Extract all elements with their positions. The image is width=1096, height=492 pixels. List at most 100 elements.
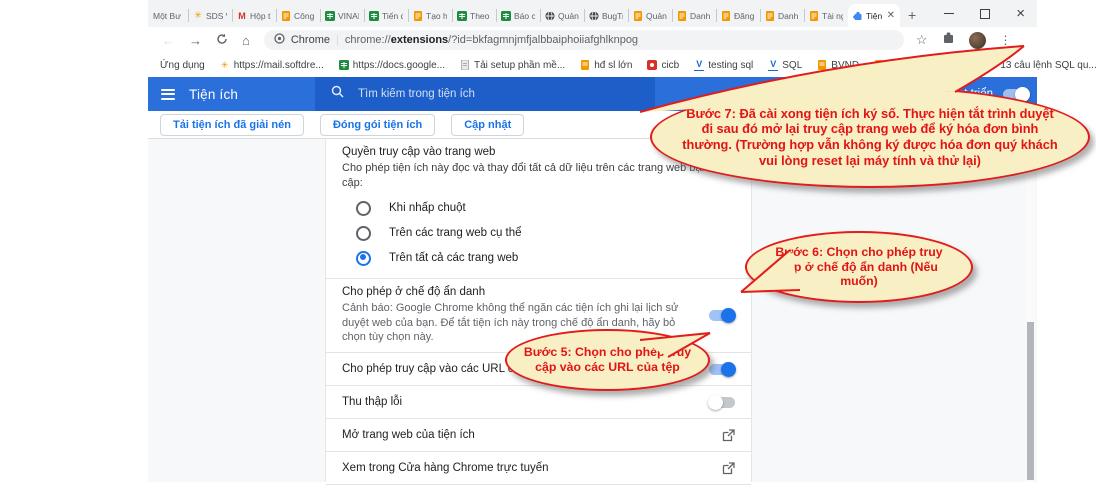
bookmark-item[interactable]: Hệ thống tổng hợp <box>874 60 971 71</box>
bookmark-item[interactable]: BVND <box>817 60 859 71</box>
open-website-row[interactable]: Mở trang web của tiện ích <box>326 419 751 452</box>
home-icon[interactable]: ⌂ <box>242 33 250 48</box>
close-window-button[interactable]: × <box>1016 6 1025 21</box>
browser-tab[interactable]: Tiến độ <box>364 4 408 27</box>
scrollbar[interactable]: ▲ <box>1026 139 1035 482</box>
red-badge-icon <box>647 60 657 70</box>
browser-tab[interactable]: VINAFR <box>320 4 364 27</box>
browser-tab[interactable]: Tài ngu <box>804 4 848 27</box>
close-tab-icon[interactable]: ✕ <box>887 10 895 21</box>
browser-tab[interactable]: Một Bư <box>148 4 188 27</box>
callout-step-7-text: Bước 7: Đã cài xong tiện ích ký số. Thực… <box>679 106 1061 168</box>
navbar-actions: ☆ ⋮ <box>916 31 1012 49</box>
browser-tab[interactable]: Danh s <box>672 4 716 27</box>
orange-doc-icon <box>765 11 775 21</box>
minimize-button[interactable] <box>944 13 954 14</box>
orange-doc-icon <box>580 60 590 70</box>
browser-tab[interactable]: M Hộp th <box>232 4 276 27</box>
source-row: Nguồn Chrome Web Store <box>326 485 751 492</box>
orange-doc-icon <box>677 11 687 21</box>
callout-step-7: Bước 7: Đã cài xong tiện ích ký số. Thực… <box>650 86 1090 188</box>
extensions-page-body: Quyền truy cập vào trang web Cho phép ti… <box>148 139 1037 482</box>
bookmark-item[interactable]: @13 câu lệnh SQL qu... <box>986 60 1096 71</box>
bookmark-item[interactable]: Tải setup phần mề... <box>460 60 565 71</box>
maximize-button[interactable] <box>980 9 990 19</box>
radio-unselected-icon[interactable] <box>356 226 371 241</box>
browser-tab-active[interactable]: Tiện ✕ <box>848 4 900 27</box>
site-access-desc: Cho phép tiện ích này đọc và thay đổi tấ… <box>342 161 735 191</box>
reload-icon[interactable] <box>216 33 228 48</box>
file-urls-toggle[interactable] <box>709 364 735 375</box>
bookmark-star-icon[interactable]: ☆ <box>916 32 928 48</box>
browser-tab[interactable]: BugTra <box>584 4 628 27</box>
callout-step-5: Bước 5: Chọn cho phép truy cập vào các U… <box>505 329 710 391</box>
bookmark-item[interactable]: Vtesting sql <box>694 60 753 71</box>
asterisk-orange-icon: ✳ <box>193 11 203 21</box>
external-link-icon[interactable] <box>722 429 735 442</box>
orange-doc-icon <box>809 11 819 21</box>
radio-option[interactable]: Trên các trang web cụ thể <box>356 226 735 241</box>
avatar[interactable] <box>969 32 986 49</box>
incognito-toggle[interactable] <box>709 310 735 321</box>
browser-tab[interactable]: Theo d <box>452 4 496 27</box>
view-store-row[interactable]: Xem trong Cửa hàng Chrome trực tuyến <box>326 452 751 485</box>
blue-v-icon: V <box>768 60 778 71</box>
bookmark-item[interactable]: Ứng dụng <box>160 60 205 71</box>
back-icon[interactable]: ← <box>162 33 175 48</box>
search-input[interactable] <box>356 87 600 101</box>
url-text: chrome://extensions/?id=bkfagmnjmfjalbba… <box>345 34 638 46</box>
browser-tab[interactable]: Quản l <box>540 4 584 27</box>
scrollbar-thumb[interactable] <box>1027 322 1034 480</box>
navigation-bar: ← → ⌂ Chrome | chrome://extensions/?id=b… <box>148 27 1037 53</box>
load-unpacked-button[interactable]: Tải tiện ích đã giải nén <box>160 114 304 136</box>
menu-kebab-icon[interactable]: ⋮ <box>1000 33 1012 47</box>
hamburger-menu-icon[interactable] <box>161 86 175 102</box>
dark-globe-icon <box>589 11 599 21</box>
bookmark-item[interactable]: hđ sl lớn <box>580 60 632 71</box>
browser-tab[interactable]: Tạo hó <box>408 4 452 27</box>
update-button[interactable]: Cập nhật <box>451 114 524 136</box>
gray-doc-icon <box>460 60 470 70</box>
orange-doc-icon <box>721 11 731 21</box>
browser-tab[interactable]: Báo cá <box>496 4 540 27</box>
open-website-title: Mở trang web của tiện ích <box>342 429 712 441</box>
browser-tab[interactable]: ✳ SDS We <box>188 4 232 27</box>
pack-extension-button[interactable]: Đóng gói tiện ích <box>320 114 435 136</box>
callout-step-6-text: Bước 6: Chọn cho phép truy cập ở chế độ … <box>764 245 954 289</box>
bookmark-item[interactable]: ✳https://mail.softdre... <box>220 60 324 71</box>
bookmark-item[interactable]: https://docs.google... <box>339 60 445 71</box>
radio-option[interactable]: Trên tất cả các trang web <box>356 251 735 266</box>
site-settings-icon[interactable] <box>274 33 285 47</box>
radio-unselected-icon[interactable] <box>356 201 371 216</box>
extension-puzzle-icon[interactable] <box>942 31 955 49</box>
browser-tab[interactable]: Quản lý <box>628 4 672 27</box>
green-sheet-icon <box>501 11 511 21</box>
browser-tab[interactable]: Công ty <box>276 4 320 27</box>
incognito-title: Cho phép ở chế độ ẩn danh <box>342 286 699 298</box>
green-sheet-icon <box>325 11 335 21</box>
blue-v-icon: V <box>694 60 704 71</box>
forward-icon[interactable]: → <box>189 33 202 48</box>
window-controls: × <box>944 0 1031 27</box>
bookmark-item[interactable]: VSQL <box>768 60 802 71</box>
orange-doc-icon <box>817 60 827 70</box>
error-collection-row: Thu thập lỗi <box>326 386 751 419</box>
orange-doc-icon <box>874 60 884 70</box>
external-link-icon[interactable] <box>722 462 735 475</box>
bookmark-item[interactable]: cicb <box>647 60 679 71</box>
dark-globe-icon <box>545 11 555 21</box>
tab-strip: Một Bư ✳ SDS We M Hộp th Công ty VINAFR … <box>148 0 1037 27</box>
browser-tab[interactable]: Danh s <box>760 4 804 27</box>
radio-option[interactable]: Khi nhấp chuột <box>356 201 735 216</box>
address-bar[interactable]: Chrome | chrome://extensions/?id=bkfagmn… <box>264 30 904 50</box>
browser-tab[interactable]: Đăng n <box>716 4 760 27</box>
gmail-icon: M <box>237 11 247 21</box>
blue-puzzle-icon <box>853 11 863 21</box>
green-sheet-icon <box>369 11 379 21</box>
extensions-search[interactable] <box>315 77 655 111</box>
url-separator: | <box>336 34 339 46</box>
radio-selected-icon[interactable] <box>356 251 371 266</box>
new-tab-button[interactable]: + <box>908 7 916 23</box>
error-collection-toggle[interactable] <box>709 397 735 408</box>
view-store-title: Xem trong Cửa hàng Chrome trực tuyến <box>342 462 712 474</box>
